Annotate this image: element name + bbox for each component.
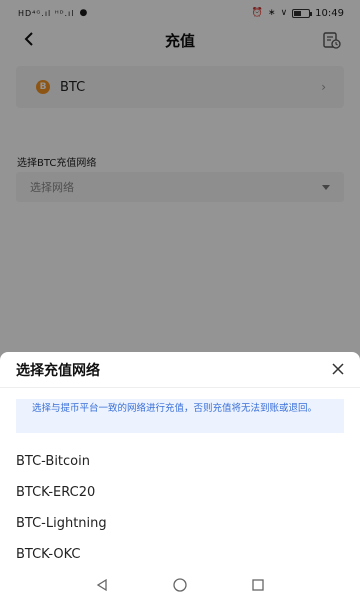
- triangle-back-icon: [96, 578, 107, 592]
- close-icon[interactable]: [330, 361, 346, 377]
- sheet-divider: [0, 387, 360, 388]
- square-recents-icon: [252, 579, 264, 591]
- circle-home-icon: [173, 578, 187, 592]
- system-back-button[interactable]: [92, 575, 112, 595]
- network-option[interactable]: BTCK-OKC: [0, 539, 360, 570]
- system-navigation-bar: [0, 570, 360, 600]
- network-notice: 选择与提币平台一致的网络进行充值，否则充值将无法到账或退回。: [16, 399, 344, 433]
- system-home-button[interactable]: [170, 575, 190, 595]
- network-option[interactable]: BTC-Bitcoin: [0, 446, 360, 477]
- system-recents-button[interactable]: [248, 575, 268, 595]
- network-option[interactable]: BTC-Lightning: [0, 508, 360, 539]
- network-bottom-sheet: 选择充值网络 选择与提币平台一致的网络进行充值，否则充值将无法到账或退回。 BT…: [0, 352, 360, 600]
- network-list: BTC-Bitcoin BTCK-ERC20 BTC-Lightning BTC…: [0, 446, 360, 570]
- network-option[interactable]: BTCK-ERC20: [0, 477, 360, 508]
- sheet-title: 选择充值网络: [16, 363, 100, 379]
